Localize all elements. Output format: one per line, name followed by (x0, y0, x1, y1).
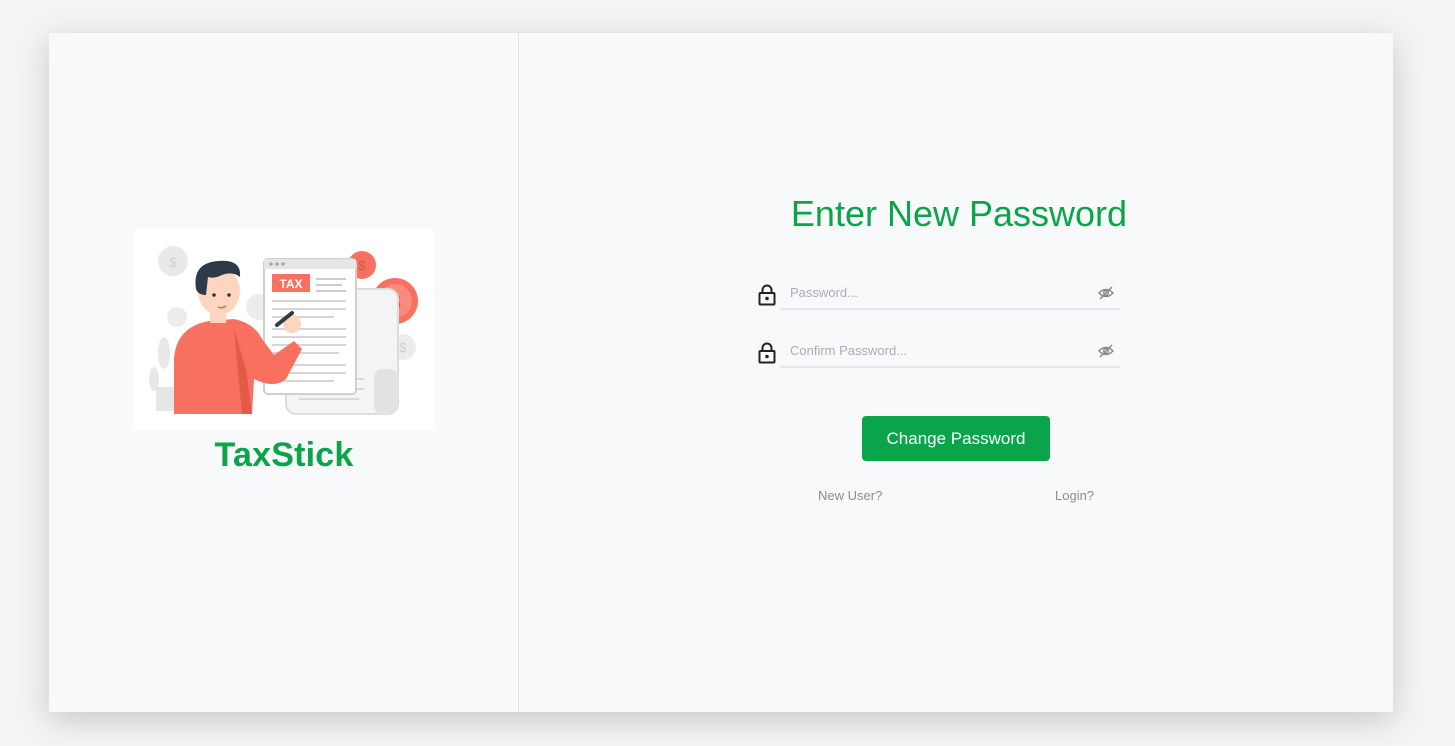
auth-card: $ $ $ $ (49, 33, 1393, 712)
confirm-password-input[interactable] (780, 334, 1120, 368)
lock-icon (758, 284, 776, 306)
new-user-link[interactable]: New User? (818, 488, 882, 503)
login-link[interactable]: Login? (1055, 488, 1094, 503)
confirm-password-field (758, 334, 1120, 370)
eye-slash-icon[interactable] (1098, 286, 1114, 300)
lock-icon (758, 342, 776, 364)
svg-text:TAX: TAX (279, 277, 302, 291)
form-panel: Enter New Password Change Password New U… (519, 33, 1393, 712)
svg-text:$: $ (358, 258, 366, 273)
brand-name: TaxStick (214, 436, 354, 474)
eye-slash-icon[interactable] (1098, 344, 1114, 358)
password-input[interactable] (780, 276, 1120, 310)
svg-text:$: $ (399, 340, 407, 355)
password-field (758, 276, 1120, 312)
page-title: Enter New Password (790, 193, 1128, 234)
change-password-button[interactable]: Change Password (862, 416, 1050, 461)
svg-text:$: $ (169, 254, 177, 270)
tax-illustration: $ $ $ $ (134, 229, 434, 429)
brand-panel: $ $ $ $ (49, 33, 519, 712)
